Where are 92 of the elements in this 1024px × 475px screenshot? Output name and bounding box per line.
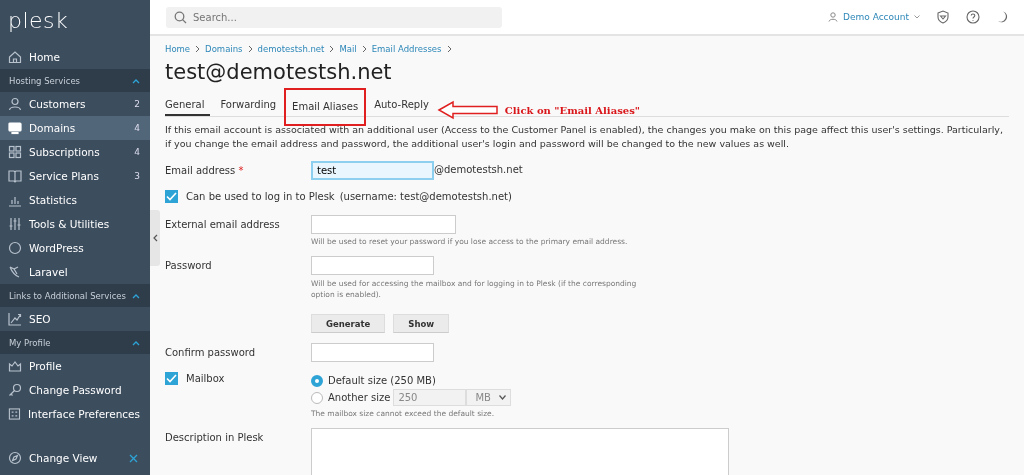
search-field[interactable]: Search... bbox=[166, 6, 502, 28]
account-menu[interactable]: Demo Account bbox=[828, 12, 920, 22]
action-button[interactable]: Show bbox=[393, 314, 450, 333]
sidebar-section[interactable]: Links to Additional Services bbox=[0, 284, 150, 307]
user-icon bbox=[8, 97, 22, 111]
trend-icon bbox=[8, 312, 22, 326]
sidebar-item[interactable]: Service Plans 3 bbox=[0, 164, 150, 188]
help-icon[interactable] bbox=[966, 10, 980, 24]
item-count: 3 bbox=[134, 171, 140, 181]
section-title: Hosting Services bbox=[9, 75, 81, 86]
grid-icon bbox=[8, 145, 22, 159]
option-label: Default size (250 MB) bbox=[328, 375, 436, 386]
page-title: test@demotestsh.net bbox=[165, 60, 393, 84]
sidebar-item[interactable]: Statistics bbox=[0, 188, 150, 212]
sidebar-item[interactable]: Change Password bbox=[0, 378, 150, 402]
radio-button[interactable] bbox=[311, 374, 323, 387]
card-icon bbox=[8, 407, 21, 421]
checkbox-label: Mailbox bbox=[186, 373, 225, 384]
tab[interactable]: Auto-Reply bbox=[368, 94, 435, 116]
external-email-input[interactable] bbox=[311, 215, 456, 234]
close-icon[interactable] bbox=[129, 453, 138, 463]
sidebar-item[interactable]: Tools & Utilities bbox=[0, 212, 150, 236]
sidebar-item[interactable]: Subscriptions 4 bbox=[0, 140, 150, 164]
item-count: 2 bbox=[134, 99, 140, 109]
sliders-icon bbox=[8, 217, 22, 231]
option-label: Another size bbox=[328, 392, 391, 403]
tab[interactable]: Email Aliases bbox=[286, 90, 365, 124]
breadcrumb-link[interactable]: Home bbox=[165, 44, 191, 54]
field-label: Description in Plesk bbox=[165, 431, 265, 443]
key-icon bbox=[8, 383, 22, 397]
sidebar-item[interactable]: Interface Preferences bbox=[0, 402, 150, 426]
section-title: Links to Additional Services bbox=[9, 290, 126, 301]
sidebar-item[interactable]: Customers 2 bbox=[0, 92, 150, 116]
action-button[interactable]: Generate bbox=[311, 314, 386, 333]
caret-icon bbox=[498, 395, 506, 400]
chevron-icon bbox=[132, 339, 140, 346]
shield-icon[interactable] bbox=[936, 10, 950, 24]
sidebar-item[interactable]: Home bbox=[0, 45, 150, 69]
domain-suffix: @demotestsh.net bbox=[434, 163, 523, 175]
chevron-icon bbox=[132, 77, 140, 84]
breadcrumb-link[interactable]: demotestsh.net bbox=[257, 44, 325, 54]
password-input[interactable] bbox=[311, 256, 434, 275]
caret-icon bbox=[914, 15, 920, 19]
sidebar-item[interactable]: WordPress bbox=[0, 236, 150, 260]
tab[interactable]: Forwarding bbox=[214, 94, 283, 116]
sidebar-item[interactable]: Profile bbox=[0, 354, 150, 378]
crown-icon bbox=[8, 359, 22, 373]
chevron-icon bbox=[195, 45, 201, 53]
item-count: 4 bbox=[134, 123, 140, 133]
user-icon bbox=[828, 12, 839, 22]
chevron-icon bbox=[152, 234, 158, 242]
book-icon bbox=[8, 169, 22, 183]
checkbox-label: Can be used to log in to Plesk bbox=[186, 191, 335, 202]
breadcrumb-link[interactable]: Domains bbox=[205, 44, 243, 54]
compass-icon bbox=[8, 451, 22, 465]
sidebar-item[interactable]: Laravel bbox=[0, 260, 150, 284]
item-count: 4 bbox=[134, 147, 140, 157]
chevron-icon bbox=[361, 45, 367, 53]
sidebar-item[interactable]: Domains 4 bbox=[0, 116, 150, 140]
chevron-icon bbox=[247, 45, 253, 53]
tab[interactable]: General bbox=[165, 94, 211, 116]
sidebar-section[interactable]: My Profile bbox=[0, 331, 150, 354]
annotation-text: Click on "Email Aliases" bbox=[504, 104, 640, 116]
chevron-icon bbox=[329, 45, 335, 53]
field-label: External email address bbox=[165, 218, 281, 230]
radio-button[interactable] bbox=[311, 391, 323, 404]
sidebar-section[interactable]: Hosting Services bbox=[0, 69, 150, 92]
description-textarea[interactable] bbox=[311, 428, 729, 475]
checkbox[interactable] bbox=[165, 372, 178, 385]
collapse-handle[interactable] bbox=[150, 210, 160, 266]
home-icon bbox=[8, 50, 22, 64]
field-label: Email address * bbox=[165, 164, 245, 176]
username-note: (username: test@demotestsh.net) bbox=[339, 191, 512, 202]
change-view-item[interactable]: Change View bbox=[0, 445, 150, 475]
search-icon bbox=[174, 10, 187, 24]
breadcrumb-link[interactable]: Mail bbox=[339, 44, 357, 54]
leaf-icon bbox=[8, 265, 22, 279]
email-input[interactable]: test bbox=[311, 161, 434, 180]
chevron-icon bbox=[446, 45, 452, 53]
sidebar-item[interactable]: SEO bbox=[0, 307, 150, 331]
arrow-annotation bbox=[436, 100, 499, 120]
circle-icon bbox=[8, 241, 22, 255]
field-label: Confirm password bbox=[165, 346, 257, 358]
checkbox[interactable] bbox=[165, 190, 178, 203]
breadcrumb-link[interactable]: Email Addresses bbox=[371, 44, 442, 54]
monitor-icon bbox=[8, 121, 22, 135]
section-title: My Profile bbox=[9, 337, 51, 348]
plesk-logo: plesk bbox=[7, 7, 70, 35]
field-label: Password bbox=[165, 259, 213, 271]
intro-text: If this email account is associated with an additional user (Access to the Customer Panel is enabled), the changes you make on this page affect this user's settings. Particularly, if you change the email address and password, the additional user's login and password will be changed to the new values as well. bbox=[165, 123, 1004, 151]
chevron-icon bbox=[132, 292, 140, 299]
confirm-password-input[interactable] bbox=[311, 343, 434, 362]
